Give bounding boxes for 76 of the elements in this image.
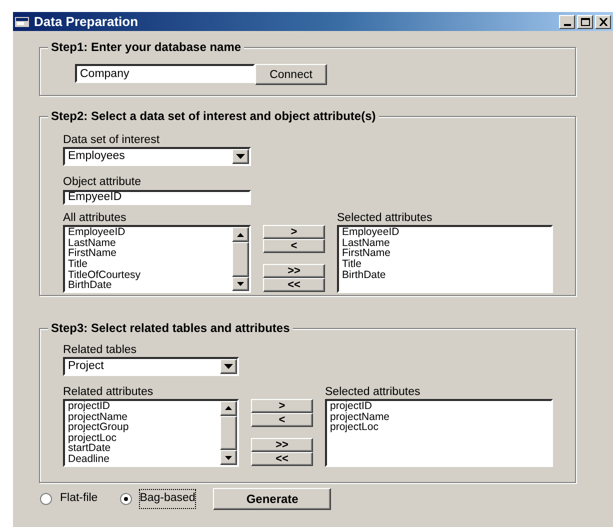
list-item[interactable]: projectID bbox=[65, 401, 220, 412]
dataset-dropdown[interactable]: Employees bbox=[63, 147, 251, 166]
field-label: Related tables bbox=[63, 343, 138, 357]
attribute-list[interactable]: EmployeeID LastName FirstName Title TitleOfCourtesy BirthDate bbox=[63, 225, 251, 294]
scroll-up-button[interactable] bbox=[232, 227, 249, 242]
scroll-up-button[interactable] bbox=[220, 401, 237, 416]
list-item[interactable]: projectGroup bbox=[65, 422, 220, 433]
scrollbar[interactable] bbox=[232, 227, 249, 292]
up-arrow-icon bbox=[237, 232, 244, 237]
field-label: Related attributes bbox=[63, 385, 154, 399]
group-title: Step3: Select related tables and attributes bbox=[48, 321, 293, 336]
app-icon bbox=[15, 16, 29, 28]
field-label: Selected attributes bbox=[325, 385, 422, 399]
down-arrow-icon bbox=[237, 282, 244, 286]
maximize-button[interactable] bbox=[577, 14, 593, 28]
move-button[interactable]: << bbox=[251, 452, 313, 466]
scroll-down-button[interactable] bbox=[220, 450, 237, 465]
related-table-dropdown[interactable]: Project bbox=[63, 357, 239, 376]
selected-attribute-list[interactable]: EmployeeID LastName FirstName Title BirthDate bbox=[337, 225, 553, 294]
dropdown-button[interactable] bbox=[220, 359, 237, 374]
caret-icon bbox=[236, 154, 245, 159]
move-button[interactable]: >> bbox=[263, 264, 325, 278]
move-button[interactable]: < bbox=[263, 239, 325, 254]
window-title: Data Preparation bbox=[34, 12, 140, 31]
generate-button[interactable]: Generate bbox=[213, 488, 332, 510]
list-item[interactable]: Title bbox=[65, 259, 232, 270]
down-arrow-icon bbox=[225, 456, 232, 460]
list-item[interactable]: EmployeeID bbox=[339, 227, 551, 238]
dropdown-button[interactable] bbox=[232, 149, 249, 164]
object-attribute-field[interactable]: EmpyeeID bbox=[63, 190, 251, 204]
list-item[interactable]: FirstName bbox=[65, 248, 232, 260]
maximize-icon bbox=[580, 18, 590, 26]
list-item[interactable]: LastName bbox=[65, 238, 232, 248]
close-icon bbox=[598, 18, 608, 26]
list-item[interactable]: projectName bbox=[65, 412, 220, 422]
list-item[interactable]: FirstName bbox=[339, 248, 551, 260]
field-label: Object attribute bbox=[63, 175, 142, 189]
scroll-thumb[interactable] bbox=[232, 242, 249, 277]
list-item[interactable]: TitleOfCourtesy bbox=[65, 270, 232, 280]
scrollbar[interactable] bbox=[220, 401, 237, 465]
field-label: Selected attributes bbox=[337, 211, 434, 226]
field-label: All attributes bbox=[63, 211, 128, 226]
caret-icon bbox=[224, 364, 233, 369]
list-item[interactable]: BirthDate bbox=[339, 270, 551, 280]
list-item[interactable]: Deadline bbox=[65, 454, 220, 465]
database-field[interactable]: Company bbox=[75, 64, 255, 83]
move-button[interactable]: << bbox=[263, 278, 325, 292]
up-arrow-icon bbox=[225, 406, 232, 410]
scroll-down-button[interactable] bbox=[232, 276, 249, 292]
radio-option[interactable]: Flat-file bbox=[40, 490, 98, 508]
radio-option[interactable]: Bag-based bbox=[120, 490, 196, 508]
move-button[interactable]: > bbox=[263, 225, 325, 240]
group-title: Step1: Enter your database name bbox=[48, 40, 244, 55]
connect-button[interactable]: Connect bbox=[255, 64, 327, 85]
radio-button[interactable] bbox=[40, 493, 52, 505]
move-button[interactable]: >> bbox=[251, 438, 313, 452]
list-item[interactable]: BirthDate bbox=[65, 280, 232, 291]
field-label: Data set of interest bbox=[63, 133, 161, 147]
list-item[interactable]: EmployeeID bbox=[65, 227, 232, 238]
list-item[interactable]: projectLoc bbox=[65, 432, 220, 444]
list-item[interactable]: projectID bbox=[327, 401, 551, 412]
related-attribute-list[interactable]: projectID projectName projectGroup projectLoc startDate Deadline bbox=[63, 399, 239, 467]
scroll-thumb[interactable] bbox=[220, 416, 237, 450]
group-title: Step2: Select a data set of interest and object attribute(s) bbox=[48, 109, 379, 124]
radio-button[interactable] bbox=[120, 493, 132, 505]
minimize-icon bbox=[564, 24, 570, 26]
move-button[interactable]: > bbox=[251, 399, 313, 413]
close-button[interactable] bbox=[595, 14, 611, 28]
list-item[interactable]: projectLoc bbox=[327, 422, 551, 433]
move-button[interactable]: < bbox=[251, 413, 313, 427]
list-item[interactable]: LastName bbox=[339, 238, 551, 248]
list-item[interactable]: startDate bbox=[65, 443, 220, 454]
minimize-button[interactable] bbox=[559, 14, 575, 28]
selected-attribute-list[interactable]: projectID projectName projectLoc bbox=[325, 399, 553, 467]
list-item[interactable]: Title bbox=[339, 259, 551, 270]
list-item[interactable]: projectName bbox=[327, 412, 551, 422]
